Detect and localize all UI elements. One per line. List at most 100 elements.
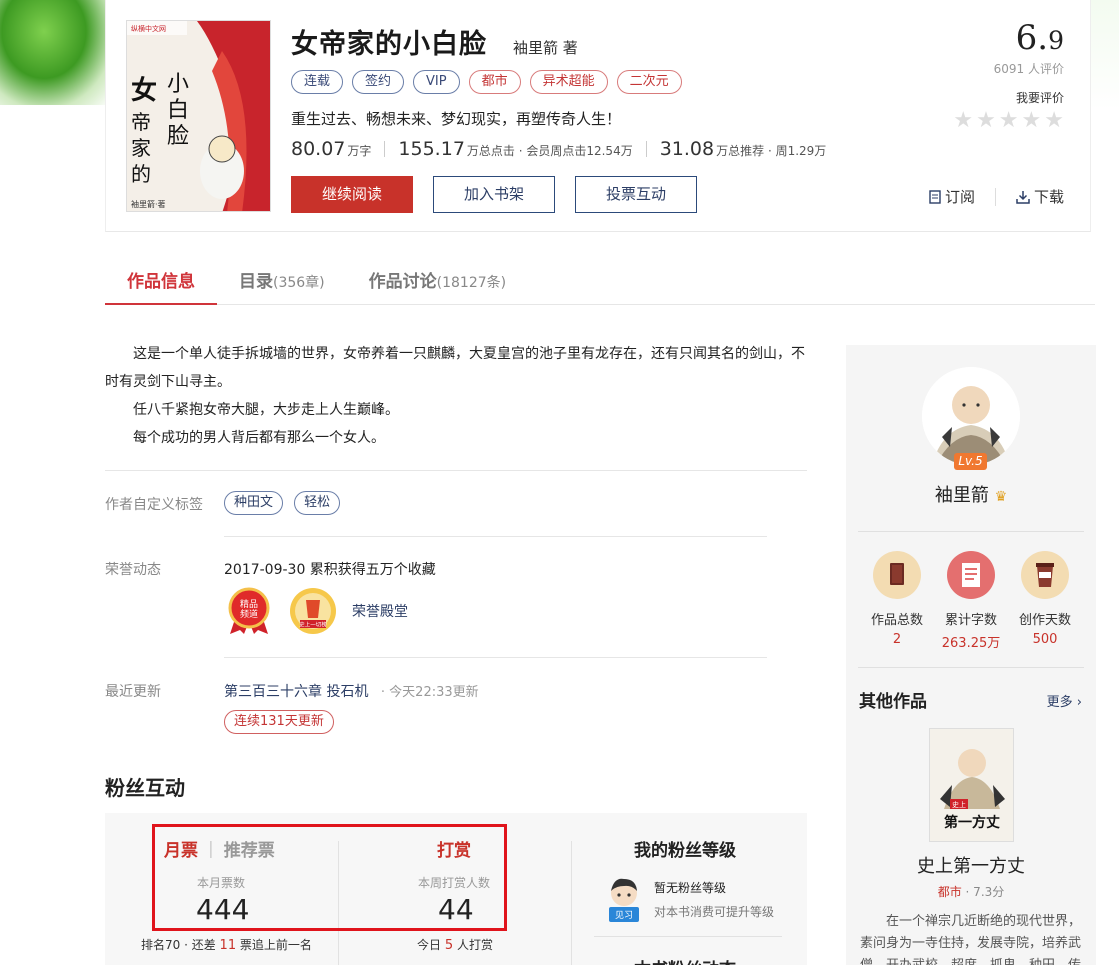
- book-tabs: 作品信息 目录(356章) 作品讨论(18127条): [105, 262, 1095, 305]
- update-streak: 连续131天更新: [224, 710, 340, 734]
- latest-chapter-link[interactable]: 第三百三十六章 投石机: [224, 684, 368, 700]
- word-count: 80.07: [291, 138, 346, 160]
- stat-divider: [645, 141, 647, 157]
- author-sidebar: Lv.5 袖里箭 ♛ 作品总数 2 累计字数 263.25万 创作天数 500 …: [846, 345, 1096, 965]
- fan-level-tip: 对本书消费可提升等级: [654, 905, 775, 919]
- stat-works: 作品总数 2: [860, 551, 934, 651]
- highlight-frame: [152, 824, 507, 931]
- add-bookshelf-button[interactable]: 加入书架: [433, 176, 555, 213]
- stat-words: 累计字数 263.25万: [934, 551, 1008, 651]
- click-count: 155.17: [398, 138, 465, 160]
- tab-discussion[interactable]: 作品讨论(18127条): [347, 262, 528, 305]
- document-icon: [929, 189, 941, 204]
- tag-vip[interactable]: VIP: [413, 70, 460, 94]
- svg-text:的: 的: [131, 162, 151, 186]
- svg-text:精品: 精品: [240, 598, 258, 610]
- svg-text:脸: 脸: [167, 124, 189, 149]
- svg-text:家: 家: [131, 136, 151, 160]
- author-name[interactable]: 袖里箭 ♛: [846, 481, 1096, 507]
- svg-text:史上一切榜: 史上一切榜: [299, 621, 327, 629]
- description-paragraph: 每个成功的男人背后都有那么一个女人。: [133, 430, 385, 446]
- tag-serial[interactable]: 连载: [291, 70, 344, 94]
- cover-publisher: 纵横中文网: [131, 24, 166, 33]
- stat-words-label: 累计字数: [944, 613, 997, 628]
- divider: [571, 841, 572, 965]
- link-divider: [994, 187, 996, 206]
- click-count-label: 万总点击 · 会员周点击12.54万: [466, 144, 633, 158]
- download-icon: [1016, 190, 1030, 204]
- rating-stars[interactable]: ★ ★ ★ ★ ★: [953, 110, 1064, 132]
- recommend-count: 31.08: [659, 138, 715, 160]
- custom-tags: 种田文 轻松: [224, 491, 346, 515]
- honor-hall-link[interactable]: 荣誉殿堂: [352, 601, 408, 621]
- custom-tag[interactable]: 轻松: [294, 491, 341, 515]
- chevron-right-icon: ›: [1076, 695, 1082, 710]
- divider: [594, 936, 782, 937]
- tag-acg[interactable]: 二次元: [616, 70, 682, 94]
- cover-author: 袖里箭·著: [131, 199, 166, 209]
- avatar-badge: 见习: [615, 910, 633, 921]
- download-link[interactable]: 下载: [1016, 186, 1064, 207]
- book-tags: 连载 签约 VIP 都市 异术超能 二次元: [291, 70, 682, 94]
- fan-level-name: 暂无粉丝等级: [654, 881, 727, 895]
- other-works-title: 其他作品: [859, 692, 927, 712]
- book-cover[interactable]: 纵横中文网 女 帝 家 的 小 白 脸 袖里箭·著: [126, 20, 271, 212]
- book-author[interactable]: 袖里箭 著: [513, 37, 578, 58]
- description-paragraph: 任八千紧抱女帝大腿，大步走上人生巅峰。: [133, 402, 399, 418]
- other-book-name[interactable]: 史上第一方丈: [846, 852, 1096, 878]
- continue-reading-button[interactable]: 继续阅读: [291, 176, 413, 213]
- tag-category[interactable]: 都市: [468, 70, 521, 94]
- honor-label: 荣誉动态: [105, 562, 161, 578]
- update-time: · 今天22:33更新: [380, 685, 479, 700]
- leaf-decoration: [0, 0, 110, 105]
- more-link[interactable]: 更多 ›: [1047, 691, 1082, 710]
- crown-icon: ♛: [994, 489, 1008, 505]
- svg-text:第一方丈: 第一方丈: [944, 814, 1000, 831]
- divider: [224, 657, 767, 658]
- honor-badges: 精品 频道 史上一切榜 荣誉殿堂: [224, 586, 408, 636]
- coffee-icon: [1021, 551, 1069, 599]
- tab-book-info[interactable]: 作品信息: [105, 262, 217, 305]
- update-streak-badge: 连续131天更新: [224, 710, 334, 734]
- book-intro: 重生过去、畅想未来、梦幻现实，再塑传奇人生！: [291, 110, 622, 128]
- star-icon[interactable]: ★: [999, 110, 1019, 132]
- star-icon[interactable]: ★: [1044, 110, 1064, 132]
- other-book-cover[interactable]: 第一方丈 史上: [929, 728, 1014, 842]
- tab-catalog[interactable]: 目录(356章): [217, 262, 347, 305]
- other-book-desc: 在一个禅宗几近断绝的现代世界，素问身为一寺住持，发展寺院，培养武僧，开办武校，超…: [860, 914, 1082, 965]
- divider: [105, 470, 807, 471]
- subscribe-link[interactable]: 订阅: [929, 186, 975, 207]
- star-icon[interactable]: ★: [953, 110, 973, 132]
- stat-works-value: 2: [892, 632, 902, 647]
- leaderboard-badge[interactable]: 史上一切榜: [288, 586, 338, 636]
- author-avatar[interactable]: [922, 367, 1020, 465]
- fan-avatar: 见习: [606, 877, 642, 923]
- divider: [858, 531, 1084, 532]
- custom-tag[interactable]: 种田文: [224, 491, 284, 515]
- star-icon[interactable]: ★: [1022, 110, 1042, 132]
- recommend-count-label: 万总推荐 · 周1.29万: [716, 144, 827, 158]
- word-count-label: 万字: [347, 144, 372, 158]
- document-icon: [947, 551, 995, 599]
- description-paragraph: 这是一个单人徒手拆城墙的世界，女帝养着一只麒麟，大夏皇宫的池子里有龙存在，还有只…: [105, 346, 805, 390]
- latest-chapter: 第三百三十六章 投石机 · 今天22:33更新: [224, 681, 479, 701]
- stat-days-label: 创作天数: [1018, 613, 1071, 628]
- star-icon[interactable]: ★: [976, 110, 996, 132]
- divider: [858, 667, 1084, 668]
- tag-subcategory[interactable]: 异术超能: [529, 70, 608, 94]
- subscribe-label: 订阅: [944, 188, 975, 206]
- svg-text:帝: 帝: [131, 110, 151, 134]
- tag-signed[interactable]: 签约: [352, 70, 405, 94]
- other-book-meta: 都市 · 7.3分: [937, 885, 1005, 899]
- rank-line: 排名70 · 还差 11 票追上前一名: [141, 938, 312, 953]
- rate-label: 我要评价: [1015, 91, 1064, 105]
- vote-interact-button[interactable]: 投票互动: [575, 176, 697, 213]
- today-reward-line: 今日 5 人打赏: [417, 938, 493, 953]
- book-title[interactable]: 女帝家的小白脸: [291, 22, 487, 61]
- svg-text:频道: 频道: [240, 608, 258, 620]
- custom-tags-label: 作者自定义标签: [105, 497, 203, 513]
- svg-text:史上: 史上: [952, 800, 966, 809]
- quality-channel-badge[interactable]: 精品 频道: [224, 586, 274, 636]
- book-stats: 80.07 万字 155.17 万总点击 · 会员周点击12.54万 31.08…: [291, 138, 826, 160]
- honor-text: 2017-09-30 累积获得五万个收藏: [224, 562, 436, 578]
